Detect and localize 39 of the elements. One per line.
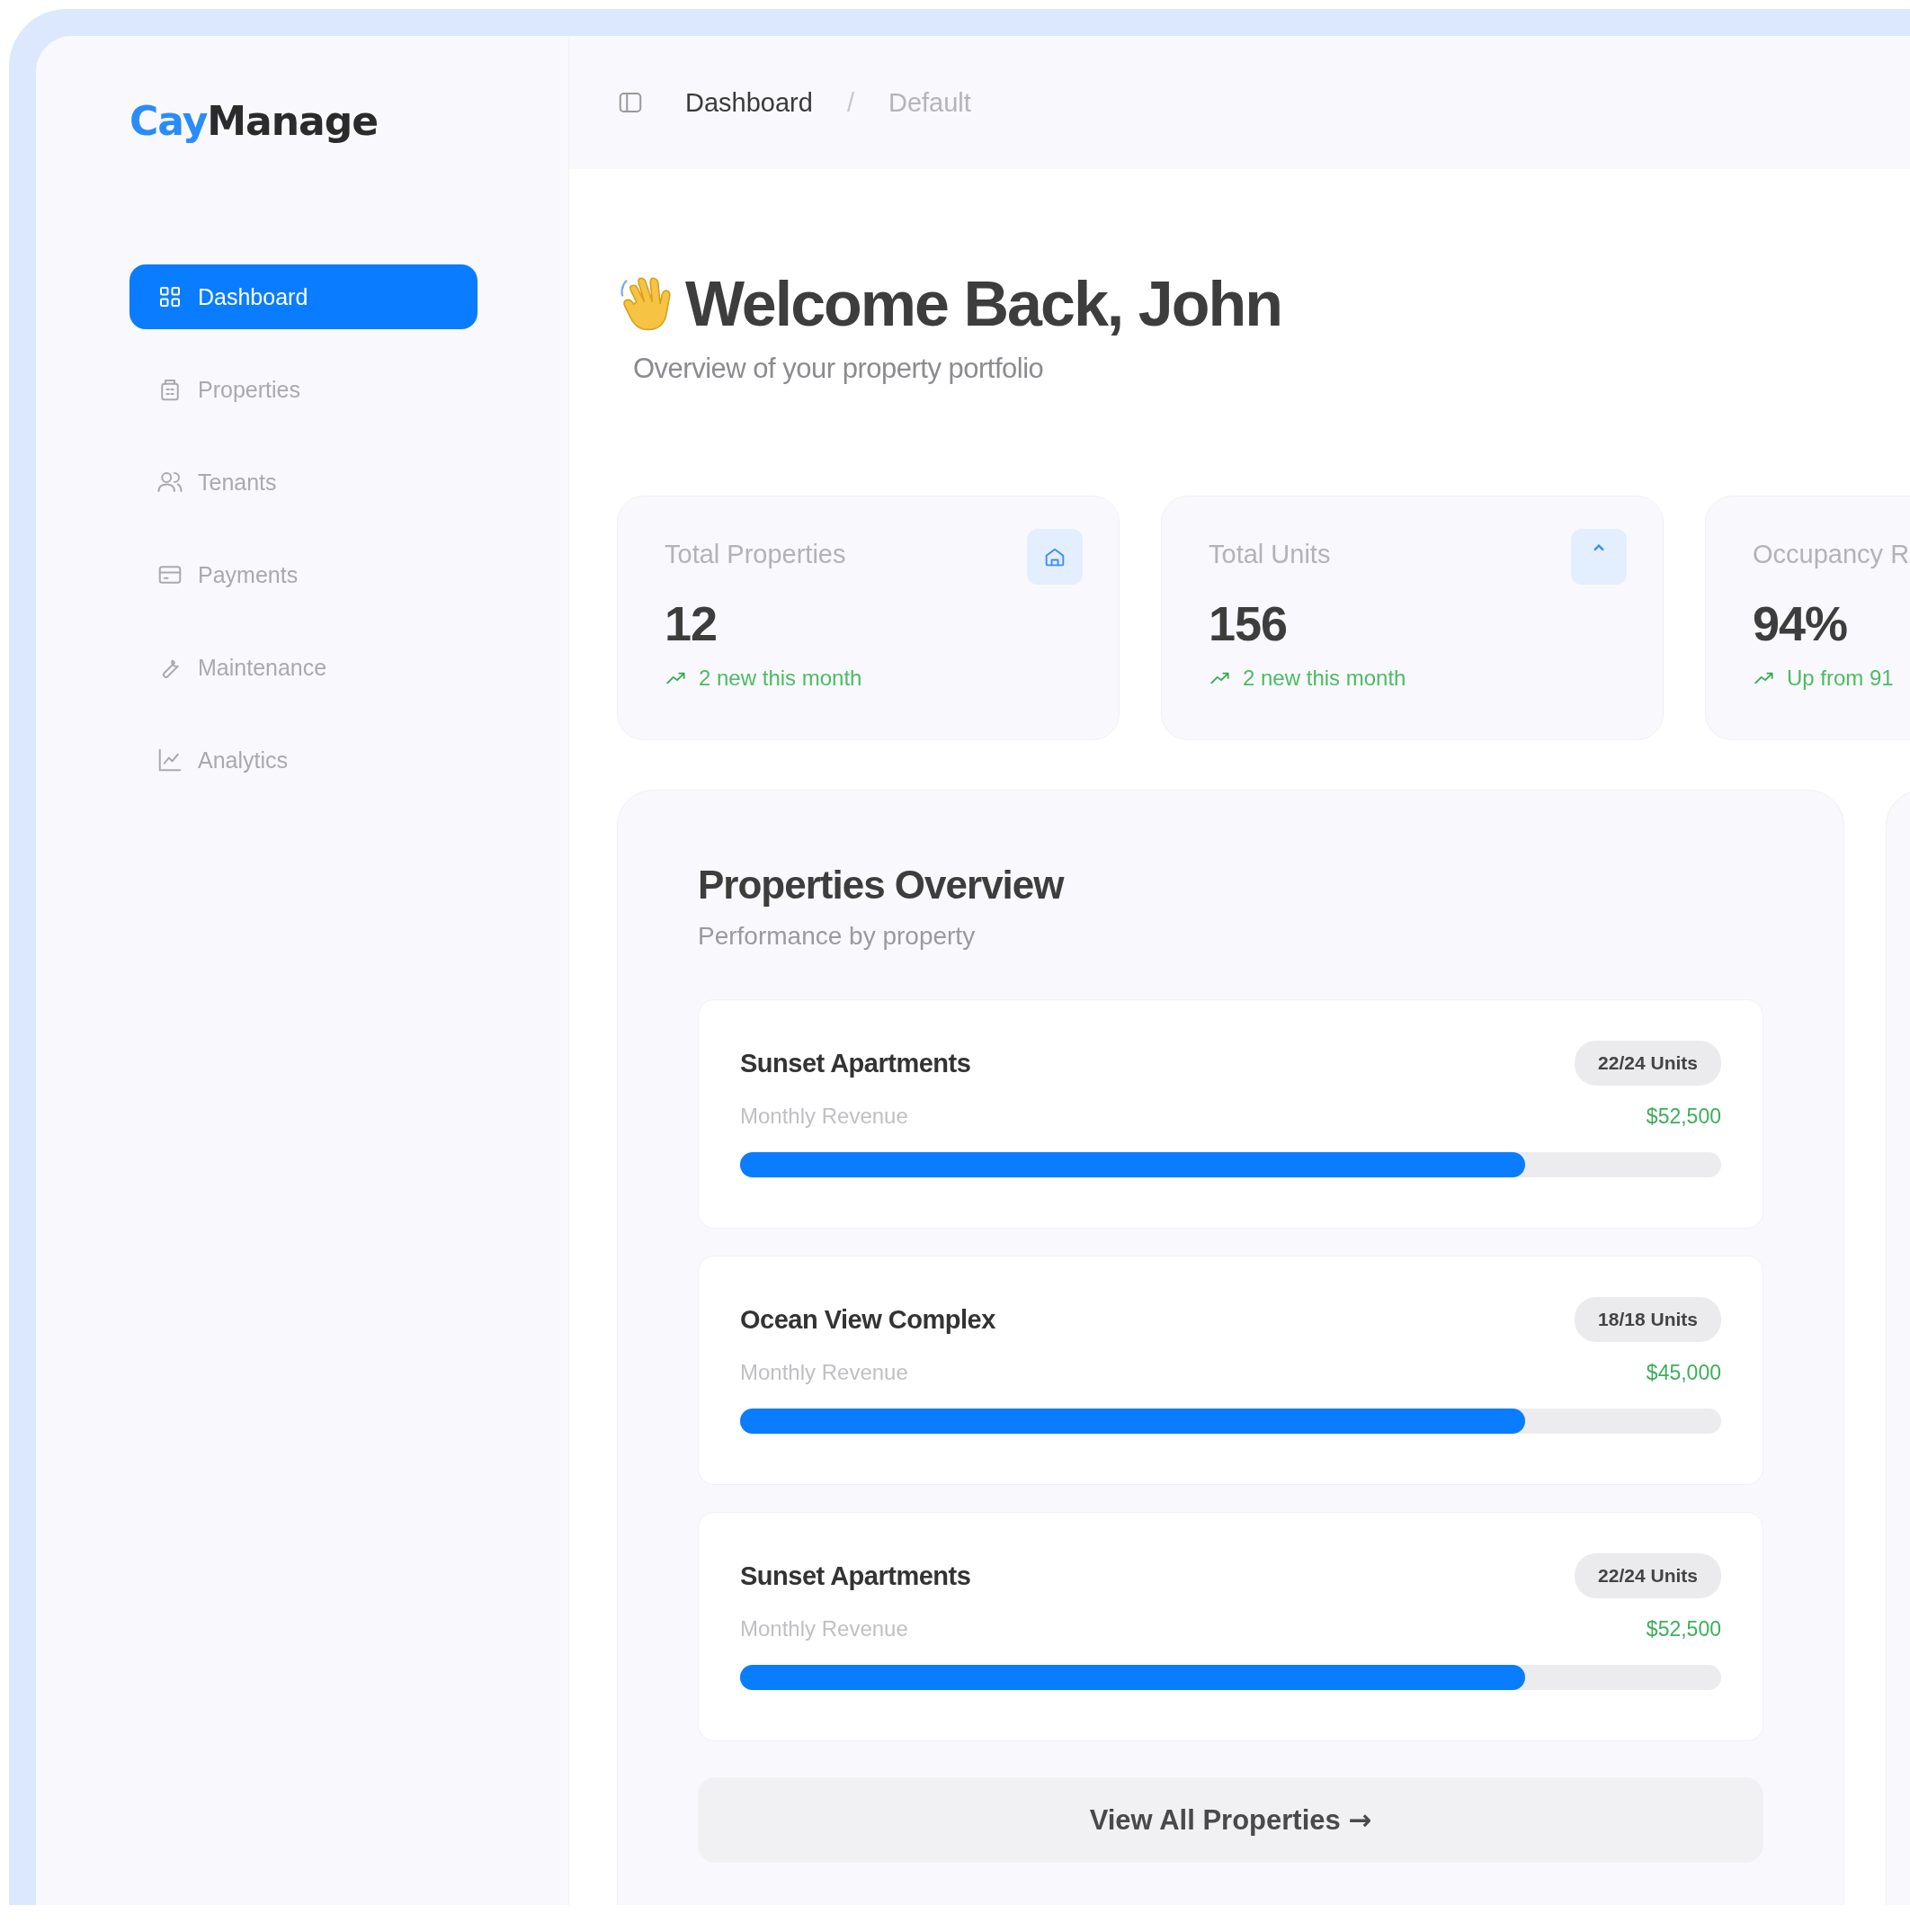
welcome-subtitle: Overview of your property portfolio: [633, 353, 1045, 385]
stat-value: 12: [665, 595, 718, 651]
revenue-value: $52,500: [1646, 1616, 1721, 1641]
breadcrumb-link[interactable]: Default: [888, 87, 971, 118]
panel-title: Properties Overview: [698, 863, 1066, 908]
trend-text: 2 new this month: [1243, 666, 1406, 691]
logo: CayManage: [129, 97, 379, 146]
nav-item[interactable]: Maintenance: [129, 635, 478, 700]
revenue-value: $52,500: [1646, 1104, 1721, 1129]
units-badge: 22/24 Units: [1575, 1553, 1721, 1598]
stat-label: Total Properties: [665, 540, 846, 569]
units-badge: 18/18 Units: [1575, 1297, 1721, 1342]
stat-value: 156: [1209, 595, 1289, 651]
arrow-icon: →: [1348, 1803, 1372, 1836]
stat-label: Occupancy R: [1753, 540, 1910, 569]
revenue-value: $45,000: [1646, 1360, 1721, 1385]
nav-item[interactable]: Dashboard: [129, 264, 478, 329]
view-all-button[interactable]: View All Properties →: [698, 1777, 1763, 1863]
nav-item[interactable]: Properties: [129, 357, 478, 422]
property-name: Sunset Apartments: [740, 1048, 971, 1078]
chart-icon: [156, 747, 183, 774]
caret-up-icon: [1593, 543, 1604, 551]
welcome-heading: Welcome Back, John: [685, 268, 1281, 341]
revenue-label: Monthly Revenue: [740, 1104, 908, 1129]
panel-subtitle: Performance by property: [698, 922, 977, 951]
property-name: Ocean View Complex: [740, 1304, 995, 1335]
property-name: Sunset Apartments: [740, 1561, 971, 1591]
nav-item[interactable]: Analytics: [129, 728, 478, 792]
trend-text: Up from 91: [1787, 666, 1894, 691]
revenue-label: Monthly Revenue: [740, 1360, 908, 1385]
breadcrumb-separator: /: [846, 87, 854, 118]
stat-label: Total Units: [1209, 540, 1331, 569]
nav-item[interactable]: Tenants: [129, 450, 478, 514]
stat-value: 94%: [1753, 595, 1849, 651]
nav-item[interactable]: Payments: [129, 542, 478, 607]
units-badge: 22/24 Units: [1575, 1041, 1721, 1086]
trend-text: 2 new this month: [699, 666, 862, 691]
breadcrumb-link[interactable]: Dashboard: [685, 87, 813, 118]
revenue-label: Monthly Revenue: [740, 1616, 908, 1641]
